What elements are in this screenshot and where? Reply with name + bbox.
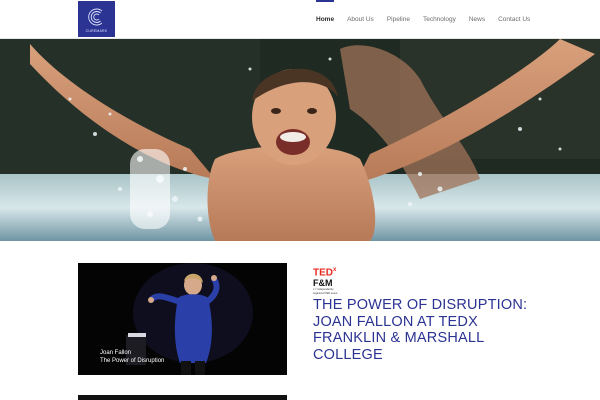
tedx-x-text: x <box>333 267 337 273</box>
tedx-tagline-2: organized TED event <box>313 291 338 295</box>
video-caption-title: The Power of Disruption <box>100 358 165 364</box>
nav-technology[interactable]: Technology <box>423 0 456 39</box>
video-caption-name: Joan Fallon <box>100 350 132 356</box>
nav-contact-us[interactable]: Contact Us <box>498 0 530 39</box>
site-header: CUREMARK Home About Us Pipeline Technolo… <box>0 0 600 39</box>
tedx-fm-text: F&M <box>313 278 333 289</box>
next-video-thumbnail[interactable] <box>78 395 287 400</box>
nav-about-us[interactable]: About Us <box>347 0 374 39</box>
logo-mark-icon <box>87 8 102 25</box>
nav-pipeline[interactable]: Pipeline <box>387 0 410 39</box>
tedx-ted-text: TED <box>313 267 333 279</box>
tedx-wordmark: TEDx <box>313 265 373 278</box>
hero-image <box>0 39 600 241</box>
tedx-fm-logo: TEDx F&M x = independently organized TED… <box>313 265 373 295</box>
hero-photo-illustration <box>0 39 600 241</box>
video-caption: Joan Fallon The Power of Disruption <box>100 349 164 365</box>
video-thumbnail[interactable]: Joan Fallon The Power of Disruption <box>78 263 287 375</box>
curemark-logo[interactable]: CUREMARK <box>78 1 115 37</box>
logo-text: CUREMARK <box>85 28 108 33</box>
main-nav: Home About Us Pipeline Technology News C… <box>316 0 530 39</box>
nav-home[interactable]: Home <box>316 0 335 39</box>
article-headline[interactable]: THE POWER OF DISRUPTION: JOAN FALLON AT … <box>313 297 543 363</box>
nav-news[interactable]: News <box>469 0 485 39</box>
